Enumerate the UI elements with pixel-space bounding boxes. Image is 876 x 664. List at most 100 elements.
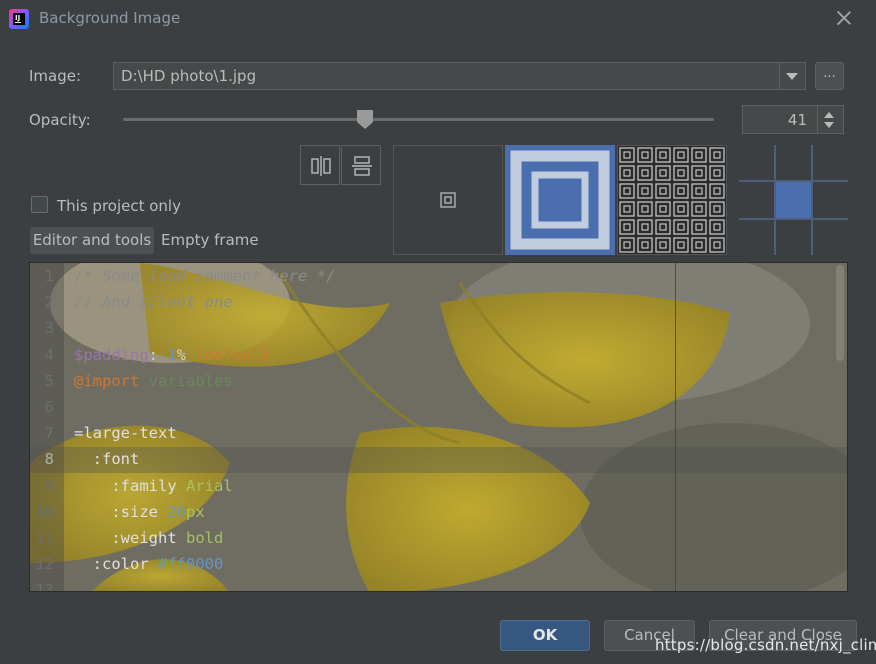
image-path-combobox[interactable]	[113, 62, 806, 90]
line-number: 6	[44, 398, 54, 416]
line-number: 4	[44, 345, 54, 364]
tile-square	[709, 183, 725, 199]
combobox-divider	[779, 63, 780, 89]
line-number: 7	[44, 424, 54, 443]
image-path-input[interactable]	[114, 63, 793, 89]
tile-inner-square	[695, 241, 703, 249]
tile-square	[691, 147, 707, 163]
tile-square	[691, 237, 707, 253]
tile-square	[691, 165, 707, 181]
code-token: :family	[74, 476, 186, 495]
tile-square	[655, 147, 671, 163]
tile-square	[655, 219, 671, 235]
image-label: Image:	[29, 67, 82, 85]
project-only-label[interactable]: This project only	[57, 197, 181, 215]
spinner-down-icon[interactable]	[824, 122, 834, 128]
tile-inner-square	[623, 223, 631, 231]
tile-inner-square	[641, 169, 649, 177]
tab-editor-and-tools[interactable]: Editor and tools	[30, 227, 154, 254]
fill-mode-center[interactable]	[393, 145, 503, 255]
tile-inner-square	[623, 187, 631, 195]
csdn-watermark: https://blog.csdn.net/nxj_climb	[655, 636, 876, 654]
fill-mode-tile[interactable]	[617, 145, 727, 255]
anchor-top-center[interactable]	[776, 145, 811, 181]
code-text: :color #ff0000	[74, 551, 224, 577]
line-number: 8	[44, 450, 54, 469]
intellij-app-icon: IJ	[9, 9, 29, 29]
code-token: @import	[74, 371, 140, 390]
code-token: =large-text	[74, 424, 177, 443]
opacity-value-input[interactable]	[743, 106, 813, 133]
tile-square	[637, 219, 653, 235]
tile-square	[637, 237, 653, 253]
project-only-checkbox[interactable]	[31, 196, 48, 213]
chevron-down-icon[interactable]	[786, 73, 798, 80]
vertical-scrollbar[interactable]	[836, 265, 844, 361]
tile-inner-square	[659, 187, 667, 195]
anchor-bottom-left[interactable]	[739, 219, 774, 255]
line-number: 1	[44, 267, 54, 285]
anchor-bottom-center[interactable]	[776, 219, 811, 255]
tile-inner-square	[713, 169, 721, 177]
dialog-title: Background Image	[39, 9, 181, 27]
fill-mode-scale[interactable]	[505, 145, 615, 255]
flip-vertical-button[interactable]	[341, 145, 381, 185]
tile-square	[709, 147, 725, 163]
tile-square	[619, 165, 635, 181]
tile-square	[619, 237, 635, 253]
opacity-slider-track[interactable]	[123, 118, 714, 121]
tile-square	[655, 237, 671, 253]
tile-square	[637, 165, 653, 181]
tile-inner-square	[659, 205, 667, 213]
right-margin-guide	[675, 263, 676, 591]
tile-inner-square	[713, 205, 721, 213]
tile-inner-square	[677, 241, 685, 249]
tile-square	[673, 165, 689, 181]
tile-inner-square	[677, 223, 685, 231]
code-token: :size	[74, 502, 168, 521]
tile-square	[655, 165, 671, 181]
code-text: :size 20px	[74, 499, 205, 525]
flip-horizontal-icon	[311, 156, 331, 176]
anchor-middle-left[interactable]	[739, 182, 774, 218]
tile-inner-square	[713, 187, 721, 195]
opacity-spinner[interactable]	[742, 105, 844, 134]
code-token: :font	[74, 450, 140, 469]
code-token: /* Some loud comment here */	[74, 267, 336, 285]
code-text: :weight bold	[74, 525, 223, 551]
code-text: @import variables	[74, 368, 233, 394]
spinner-up-icon[interactable]	[824, 112, 834, 118]
tile-square	[673, 219, 689, 235]
flip-horizontal-button[interactable]	[300, 145, 340, 185]
tile-square	[709, 237, 725, 253]
tab-empty-frame[interactable]: Empty frame	[161, 227, 259, 254]
code-token: px	[186, 502, 205, 521]
ok-button[interactable]: OK	[500, 620, 590, 651]
anchor-top-right[interactable]	[813, 145, 848, 181]
anchor-center[interactable]	[776, 182, 811, 218]
anchor-position-grid[interactable]	[739, 145, 848, 255]
tile-inner-square	[641, 187, 649, 195]
code-token: variables	[139, 371, 233, 390]
spinner-divider	[817, 106, 818, 133]
tile-inner-square	[623, 169, 631, 177]
anchor-top-left[interactable]	[739, 145, 774, 181]
close-icon[interactable]	[834, 8, 854, 28]
tile-inner-square	[641, 223, 649, 231]
tile-square	[709, 165, 725, 181]
tile-inner-square	[659, 223, 667, 231]
code-preview: 1 /* Some loud comment here */ 2 // And sil…	[29, 262, 848, 592]
code-token: 1	[167, 345, 177, 364]
tile-square	[619, 147, 635, 163]
tile-square	[709, 201, 725, 217]
browse-button[interactable]: ...	[815, 62, 844, 90]
anchor-middle-right[interactable]	[813, 182, 848, 218]
tile-inner-square	[695, 205, 703, 213]
tile-inner-square	[713, 241, 721, 249]
code-text: :family Arial	[74, 473, 232, 499]
anchor-bottom-right[interactable]	[813, 219, 848, 255]
tile-inner-square	[659, 241, 667, 249]
caret-row-highlight	[30, 447, 847, 473]
tile-square	[673, 183, 689, 199]
opacity-slider-thumb[interactable]	[357, 110, 374, 130]
